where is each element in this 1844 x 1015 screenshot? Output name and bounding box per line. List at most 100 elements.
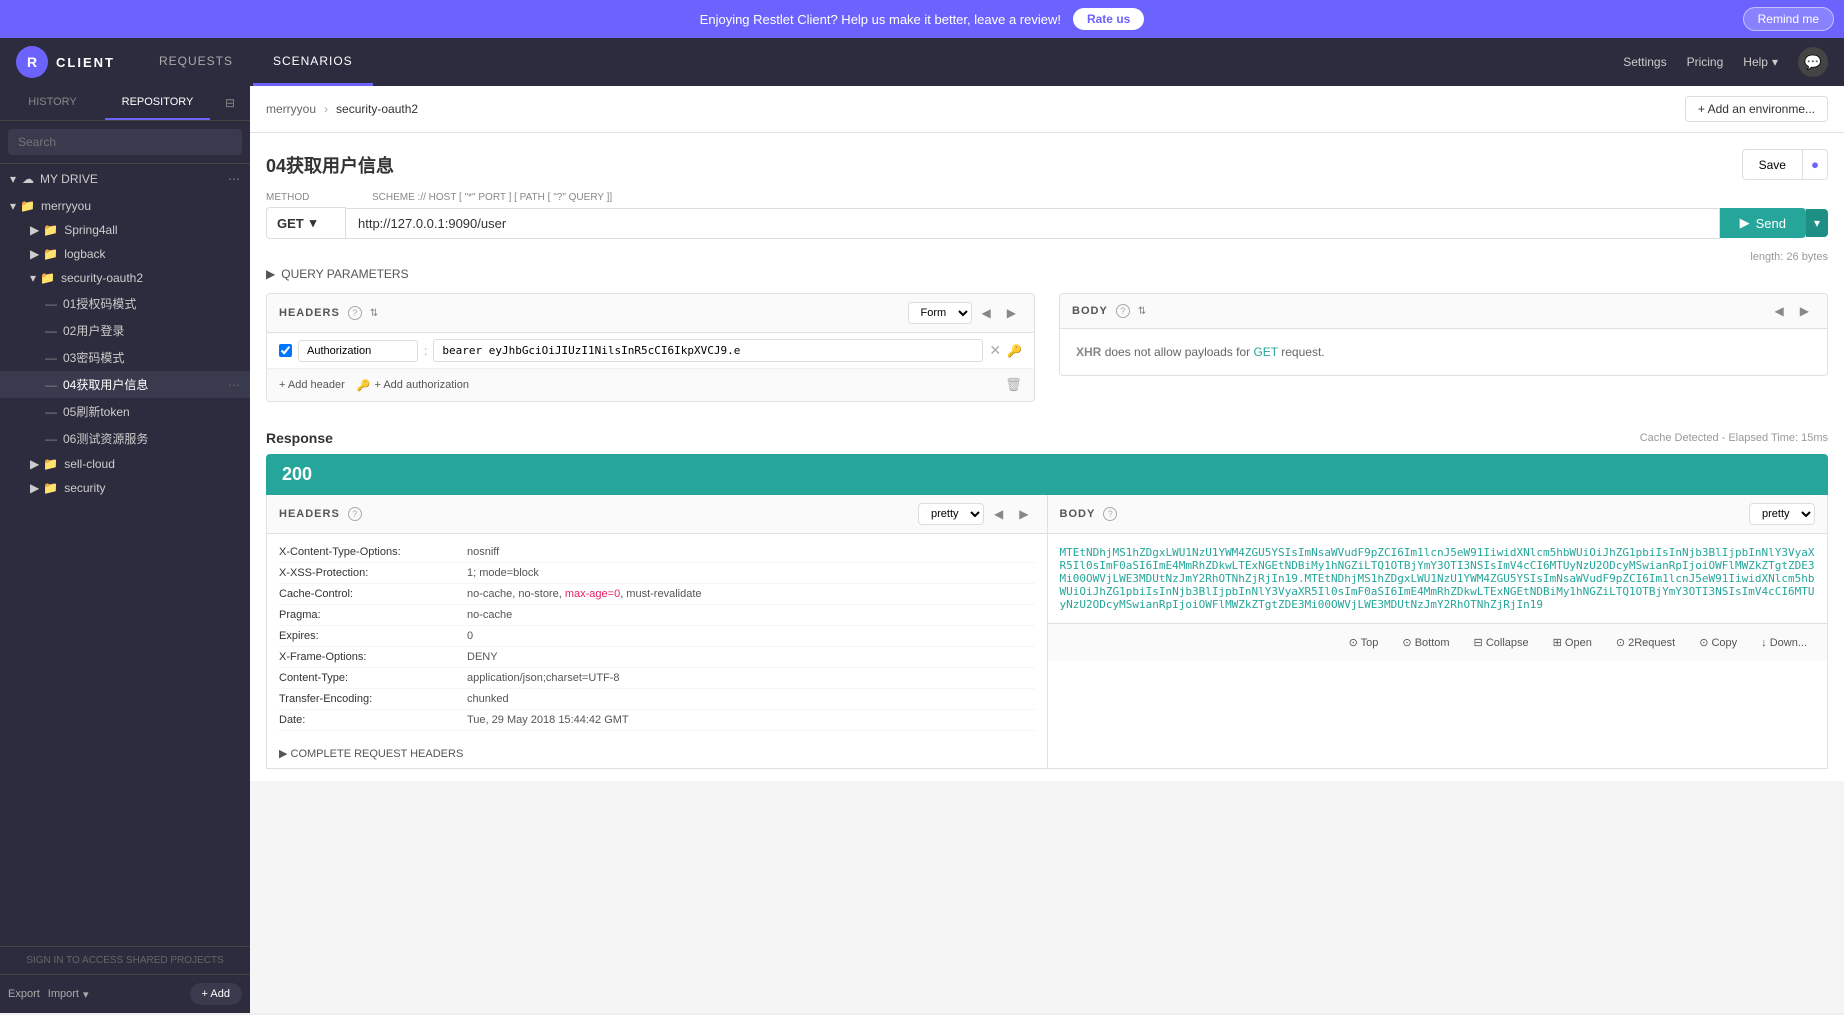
folder-icon: 📁	[40, 271, 55, 285]
pricing-link[interactable]: Pricing	[1687, 55, 1724, 69]
response-headers-nav-prev[interactable]: ◀	[988, 505, 1009, 523]
tree-item-sell-cloud[interactable]: ▶ 📁 sell-cloud ⋯	[0, 452, 250, 476]
body-message-text: does not allow payloads for	[1105, 345, 1254, 359]
tree-item-05[interactable]: — 05刷新token ⋯	[0, 398, 250, 425]
send-button[interactable]: ▶ Send	[1720, 208, 1806, 238]
sidebar-copy-icon[interactable]: ⊟	[210, 86, 250, 120]
down-button[interactable]: ↓ Down...	[1753, 633, 1815, 653]
tab-scenarios[interactable]: SCENARIOS	[253, 38, 373, 86]
url-label: SCHEME :// HOST [ "*" PORT ] [ PATH [ "?…	[372, 192, 612, 203]
my-drive-label: MY DRIVE	[40, 172, 98, 186]
request-icon: —	[45, 378, 57, 392]
tree-item-spring4all[interactable]: ▶ 📁 Spring4all ⋯	[0, 218, 250, 242]
add-env-button[interactable]: + Add an environme...	[1685, 96, 1828, 122]
chevron-icon: ▶	[30, 223, 39, 237]
nav-tabs: REQUESTS SCENARIOS	[139, 38, 373, 86]
top-button[interactable]: ⊙ Top	[1341, 632, 1387, 653]
body-info-icon: ?	[1116, 304, 1130, 318]
bottom-button[interactable]: ⊙ Bottom	[1394, 632, 1457, 653]
header-value-input[interactable]	[433, 339, 983, 362]
rh-key: Date:	[279, 714, 459, 726]
headers-sort-icon[interactable]: ⇅	[370, 308, 378, 319]
tree-item-04[interactable]: — 04获取用户信息 ⋯	[0, 371, 250, 398]
more-icon[interactable]: ⋯	[228, 378, 240, 392]
request-title-row: 04获取用户信息 Save ●	[266, 149, 1828, 180]
tree-item-security-oauth2[interactable]: ▾ 📁 security-oauth2 ⋯	[0, 266, 250, 290]
headers-form-select[interactable]: Form	[908, 302, 972, 324]
sign-in-label[interactable]: SIGN IN TO ACCESS SHARED PROJECTS	[0, 946, 250, 974]
tree-item-logback[interactable]: ▶ 📁 logback ⋯	[0, 242, 250, 266]
rh-key: Pragma:	[279, 609, 459, 621]
body-sort-icon[interactable]: ⇅	[1138, 306, 1146, 317]
response-panels: HEADERS ? pretty ◀ ▶ X-Content-Type-Op	[266, 495, 1828, 769]
add-header-row: + Add header 🔑 + Add authorization 🗑	[267, 369, 1034, 401]
tree-item-security[interactable]: ▶ 📁 security ⋯	[0, 476, 250, 500]
complete-headers-toggle[interactable]: ▶ COMPLETE REQUEST HEADERS	[267, 739, 1047, 768]
chat-icon[interactable]: 💬	[1798, 47, 1828, 77]
breadcrumb-merryyou[interactable]: merryyou	[266, 102, 316, 116]
folder-icon: 📁	[43, 457, 58, 471]
header-clear-button[interactable]: ✕	[989, 342, 1001, 359]
tree-item-merryyou[interactable]: ▾ 📁 merryyou ⋯	[0, 194, 250, 218]
my-drive-header[interactable]: ▾ ☁ MY DRIVE ⋯	[0, 164, 250, 194]
request-button[interactable]: ⊙ 2Request	[1608, 632, 1683, 653]
body-nav-prev[interactable]: ◀	[1769, 302, 1790, 320]
method-chevron-icon: ▾	[310, 215, 317, 231]
response-headers-nav-next[interactable]: ▶	[1013, 505, 1034, 523]
rh-item: X-Frame-Options: DENY	[279, 647, 1035, 668]
remind-button[interactable]: Remind me	[1743, 7, 1834, 31]
settings-link[interactable]: Settings	[1623, 55, 1666, 69]
body-nav-next[interactable]: ▶	[1794, 302, 1815, 320]
response-headers-pretty-select[interactable]: pretty	[918, 503, 984, 525]
headers-nav-prev[interactable]: ◀	[976, 304, 997, 322]
tab-history[interactable]: HISTORY	[0, 86, 105, 120]
tree-item-label: security-oauth2	[61, 271, 143, 285]
rh-key: Cache-Control:	[279, 588, 459, 600]
response-body-pretty-select[interactable]: pretty	[1749, 503, 1815, 525]
query-params-label: QUERY PARAMETERS	[281, 267, 408, 281]
rh-item: Expires: 0	[279, 626, 1035, 647]
body-panel-header: BODY ? ⇅ ◀ ▶	[1060, 294, 1827, 329]
open-button[interactable]: ⊞ Open	[1545, 632, 1600, 653]
tree-item-06[interactable]: — 06测试资源服务 ⋯	[0, 425, 250, 452]
url-input[interactable]	[346, 208, 1720, 239]
add-auth-button[interactable]: 🔑 + Add authorization	[357, 379, 469, 392]
drive-add-btn[interactable]: ⋯	[228, 172, 240, 186]
response-body-header: BODY ? pretty	[1048, 495, 1828, 534]
header-lock-button[interactable]: 🔑	[1007, 344, 1022, 358]
chevron-down-icon: ▾	[10, 172, 16, 186]
save-dropdown-button[interactable]: ●	[1803, 149, 1828, 180]
tree-item-02[interactable]: — 02用户登录 ⋯	[0, 317, 250, 344]
copy-button[interactable]: ⊙ Copy	[1691, 632, 1745, 653]
rate-us-button[interactable]: Rate us	[1073, 8, 1144, 30]
tree-item-label: 04获取用户信息	[63, 376, 148, 393]
method-select[interactable]: GET ▾	[266, 207, 346, 239]
tree-item-03[interactable]: — 03密码模式 ⋯	[0, 344, 250, 371]
request-icon: —	[45, 432, 57, 446]
import-button[interactable]: Import ▾	[48, 983, 89, 1005]
query-params-toggle[interactable]: ▶ QUERY PARAMETERS	[266, 267, 1828, 281]
tab-repository[interactable]: REPOSITORY	[105, 86, 210, 120]
request-icon: —	[45, 405, 57, 419]
tree-item-label: 05刷新token	[63, 403, 130, 420]
collapse-button[interactable]: ⊟ Collapse	[1466, 632, 1537, 653]
tab-requests[interactable]: REQUESTS	[139, 38, 253, 86]
search-input[interactable]	[8, 129, 242, 155]
delete-header-button[interactable]: 🗑	[1005, 377, 1022, 393]
headers-title: HEADERS	[279, 307, 340, 319]
response-title: Response	[266, 430, 333, 446]
response-headers-controls: pretty ◀ ▶	[918, 503, 1034, 525]
tree-item-label: logback	[64, 247, 105, 261]
add-button[interactable]: + Add	[190, 983, 242, 1005]
save-button[interactable]: Save	[1742, 149, 1803, 180]
help-button[interactable]: Help ▾	[1743, 55, 1778, 69]
tree-item-01[interactable]: — 01授权码模式 ⋯	[0, 290, 250, 317]
header-key-input[interactable]	[298, 340, 418, 362]
rh-key: X-Content-Type-Options:	[279, 546, 459, 558]
send-dropdown-button[interactable]: ▾	[1806, 209, 1828, 237]
add-header-button[interactable]: + Add header	[279, 379, 345, 391]
tree-item-label: security	[64, 481, 105, 495]
export-button[interactable]: Export	[8, 983, 40, 1005]
headers-nav-next[interactable]: ▶	[1001, 304, 1022, 322]
header-checkbox[interactable]	[279, 344, 292, 357]
